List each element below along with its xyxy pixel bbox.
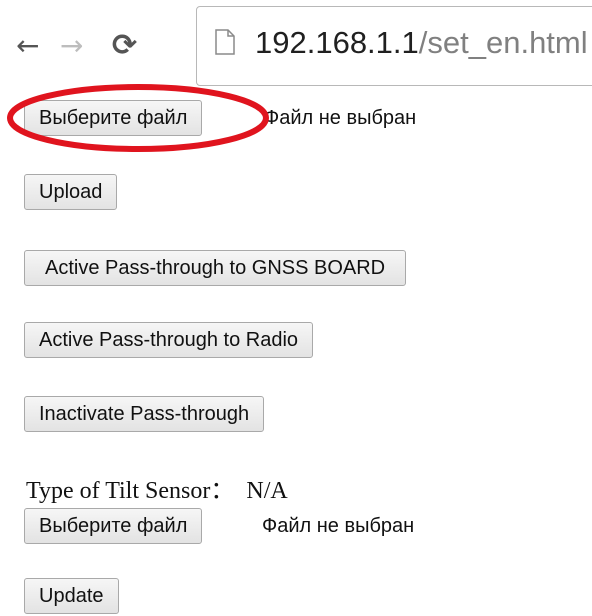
url-text[interactable]: 192.168.1.1/set_en.html — [255, 25, 588, 61]
update-button[interactable]: Update — [24, 578, 119, 614]
tilt-sensor-label: Type of Tilt Sensor： — [26, 478, 235, 504]
page-icon — [215, 29, 235, 55]
address-bar[interactable]: 192.168.1.1/set_en.html — [196, 6, 592, 86]
active-gnss-passthrough-button[interactable]: Active Pass-through to GNSS BOARD — [24, 250, 407, 286]
url-host: 192.168.1.1 — [255, 25, 419, 60]
tilt-file-status: Файл не выбран — [262, 515, 415, 537]
back-arrow-icon[interactable]: ← — [16, 26, 39, 66]
file-status: Файл не выбран — [264, 107, 417, 129]
url-path: /set_en.html — [418, 25, 588, 60]
forward-arrow-icon[interactable]: → — [60, 26, 83, 66]
tilt-choose-file-button[interactable]: Выберите файл — [24, 508, 203, 544]
tilt-sensor-value: N/A — [246, 478, 288, 504]
reload-icon[interactable]: ⟳ — [112, 26, 137, 66]
tilt-sensor-row: Type of Tilt Sensor： N/A — [26, 470, 288, 505]
upload-button[interactable]: Upload — [24, 174, 118, 210]
inactivate-passthrough-button[interactable]: Inactivate Pass-through — [24, 396, 265, 432]
browser-toolbar: ← → ⟳ 192.168.1.1/set_en.html — [0, 0, 592, 88]
active-radio-passthrough-button[interactable]: Active Pass-through to Radio — [24, 322, 314, 358]
choose-file-button[interactable]: Выберите файл — [24, 100, 203, 136]
